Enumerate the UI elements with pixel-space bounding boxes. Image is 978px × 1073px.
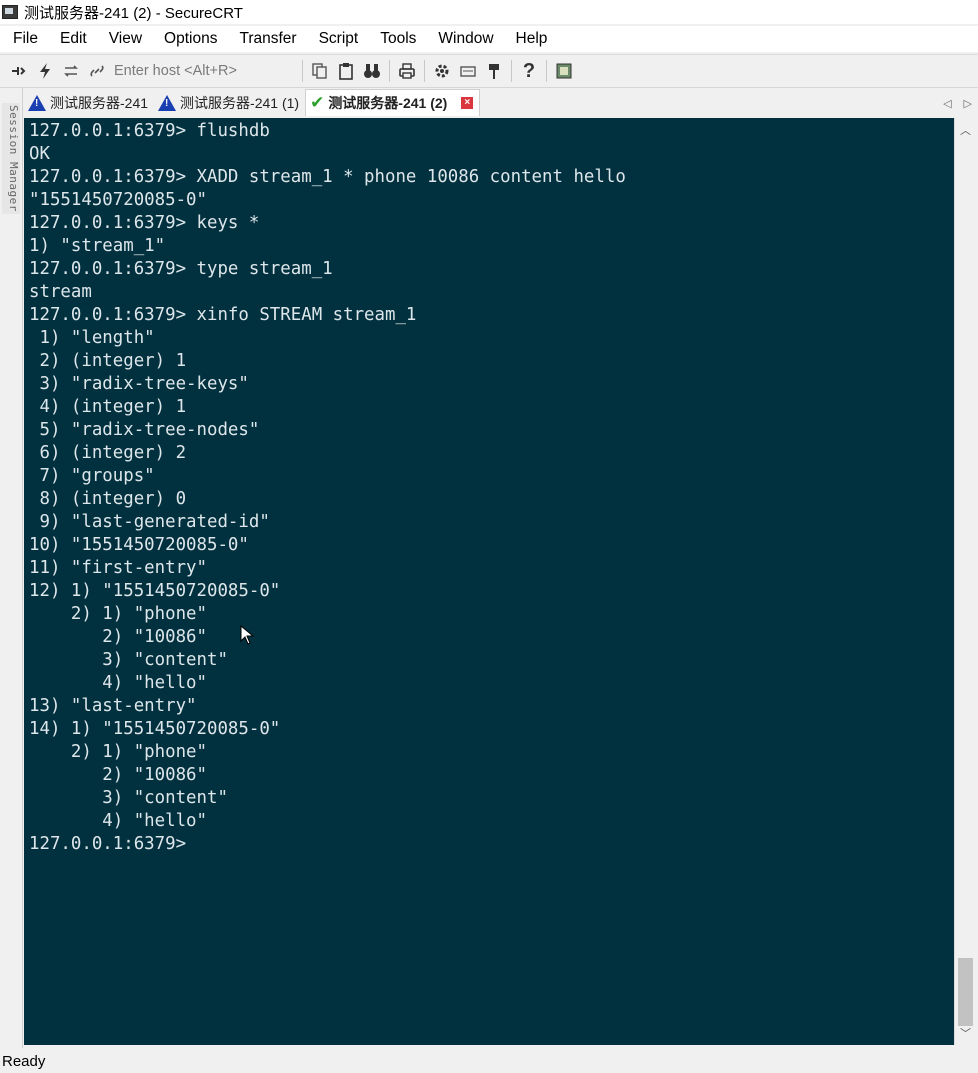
tab-label: 测试服务器-241 (1) [180,95,300,111]
tab-scroll-left-icon[interactable]: ◁ [943,97,951,110]
menu-edit[interactable]: Edit [47,30,96,48]
connect-icon[interactable] [8,60,30,82]
menu-window[interactable]: Window [425,30,502,48]
terminal-line: 127.0.0.1:6379> XADD stream_1 * phone 10… [29,167,626,187]
scrollbar-thumb[interactable] [958,958,973,1026]
terminal-line: OK [29,144,50,164]
tab-label: 测试服务器-241 [50,95,149,111]
terminal-line: 2) "10086" [29,765,207,785]
toolbar-separator [424,60,425,82]
terminal-line: 6) (integer) 2 [29,443,187,463]
close-tab-icon[interactable]: × [461,97,474,109]
terminal-line: stream [29,282,92,302]
menu-script[interactable]: Script [306,30,368,48]
terminal-line: 2) (integer) 1 [29,351,187,371]
mouse-pointer-icon [240,625,254,645]
tab-session-3[interactable]: ✔ 测试服务器-241 (2) × [305,89,481,116]
terminal-line: 3) "content" [29,650,228,670]
menu-transfer[interactable]: Transfer [226,30,305,48]
menu-options[interactable]: Options [151,30,226,48]
terminal-line: "1551450720085-0" [29,190,207,210]
toolbar-separator [389,60,390,82]
help-icon[interactable]: ? [518,60,540,82]
warning-icon [28,95,46,111]
terminal-line: 2) "10086" [29,627,207,647]
terminal-line: 127.0.0.1:6379> type stream_1 [29,259,333,279]
terminal-line: 2) 1) "phone" [29,604,207,624]
reconnect-icon[interactable] [60,60,82,82]
status-text: Ready [2,1053,46,1070]
tab-session-1[interactable]: 测试服务器-241 [24,90,154,116]
terminal-line: 127.0.0.1:6379> xinfo STREAM stream_1 [29,305,417,325]
terminal-line: 8) (integer) 0 [29,489,187,509]
tab-scroll-right-icon[interactable]: ▷ [964,97,972,110]
terminal-line: 4) "hello" [29,673,207,693]
toolbar-separator [546,60,547,82]
menu-view[interactable]: View [96,30,151,48]
session-manager-tab[interactable]: Session Manager [2,103,20,214]
terminal-line: 1) "length" [29,328,155,348]
paste-icon[interactable] [335,60,357,82]
toolbar-separator [302,60,303,82]
check-icon: ✔ [310,93,325,112]
terminal-line: 3) "content" [29,788,228,808]
title-bar: 测试服务器-241 (2) - SecureCRT [0,0,978,24]
window-title: 测试服务器-241 (2) - SecureCRT [24,4,243,22]
status-bar: Ready [0,1050,978,1073]
scroll-up-icon[interactable]: ︿ [955,122,976,138]
quick-connect-icon[interactable] [34,60,56,82]
securecrt-app-icon [2,5,18,19]
tab-scroll-arrows: ◁ ▷ [937,90,978,116]
terminal-line: 5) "radix-tree-nodes" [29,420,260,440]
terminal-line: 7) "groups" [29,466,155,486]
terminal-output[interactable]: 127.0.0.1:6379> flushdb OK 127.0.0.1:637… [24,118,954,1045]
terminal-line: 2) 1) "phone" [29,742,207,762]
sftp-icon[interactable] [553,60,575,82]
tab-label: 测试服务器-241 (2) [328,95,448,111]
toolbar-separator [511,60,512,82]
toolbar: Enter host <Alt+R> ? [0,54,978,88]
session-options-icon[interactable] [457,60,479,82]
terminal-line: 4) "hello" [29,811,207,831]
terminal-scrollbar[interactable]: ︿ ﹀ [954,118,976,1045]
terminal-line: 127.0.0.1:6379> flushdb [29,121,270,141]
warning-icon [158,95,177,111]
terminal-line: 127.0.0.1:6379> [29,834,197,854]
enter-host-input[interactable]: Enter host <Alt+R> [110,59,292,83]
terminal-line: 4) (integer) 1 [29,397,187,417]
settings-gear-icon[interactable] [431,60,453,82]
terminal-line: 1) "stream_1" [29,236,166,256]
disconnect-icon[interactable] [86,60,108,82]
tab-session-2[interactable]: 测试服务器-241 (1) [154,90,305,116]
terminal-line: 127.0.0.1:6379> keys * [29,213,260,233]
terminal-line: 9) "last-generated-id" [29,512,270,532]
menu-file[interactable]: File [0,30,47,48]
terminal-line: 12) 1) "1551450720085-0" [29,581,281,601]
session-manager-panel [0,88,23,1048]
menu-bar: File Edit View Options Transfer Script T… [0,26,978,52]
menu-help[interactable]: Help [503,30,557,48]
copy-icon[interactable] [309,60,331,82]
find-binoculars-icon[interactable] [361,60,383,82]
scroll-down-icon[interactable]: ﹀ [955,1025,976,1041]
terminal-line: 13) "last-entry" [29,696,197,716]
terminal-text: 127.0.0.1:6379> flushdb OK 127.0.0.1:637… [24,118,954,856]
terminal-line: 14) 1) "1551450720085-0" [29,719,281,739]
terminal-line: 3) "radix-tree-keys" [29,374,249,394]
print-icon[interactable] [396,60,418,82]
keymap-icon[interactable] [483,60,505,82]
session-tab-bar: 测试服务器-241 测试服务器-241 (1) ✔ 测试服务器-241 (2) … [24,88,978,116]
menu-tools[interactable]: Tools [367,30,425,48]
terminal-line: 11) "first-entry" [29,558,207,578]
terminal-line: 10) "1551450720085-0" [29,535,249,555]
